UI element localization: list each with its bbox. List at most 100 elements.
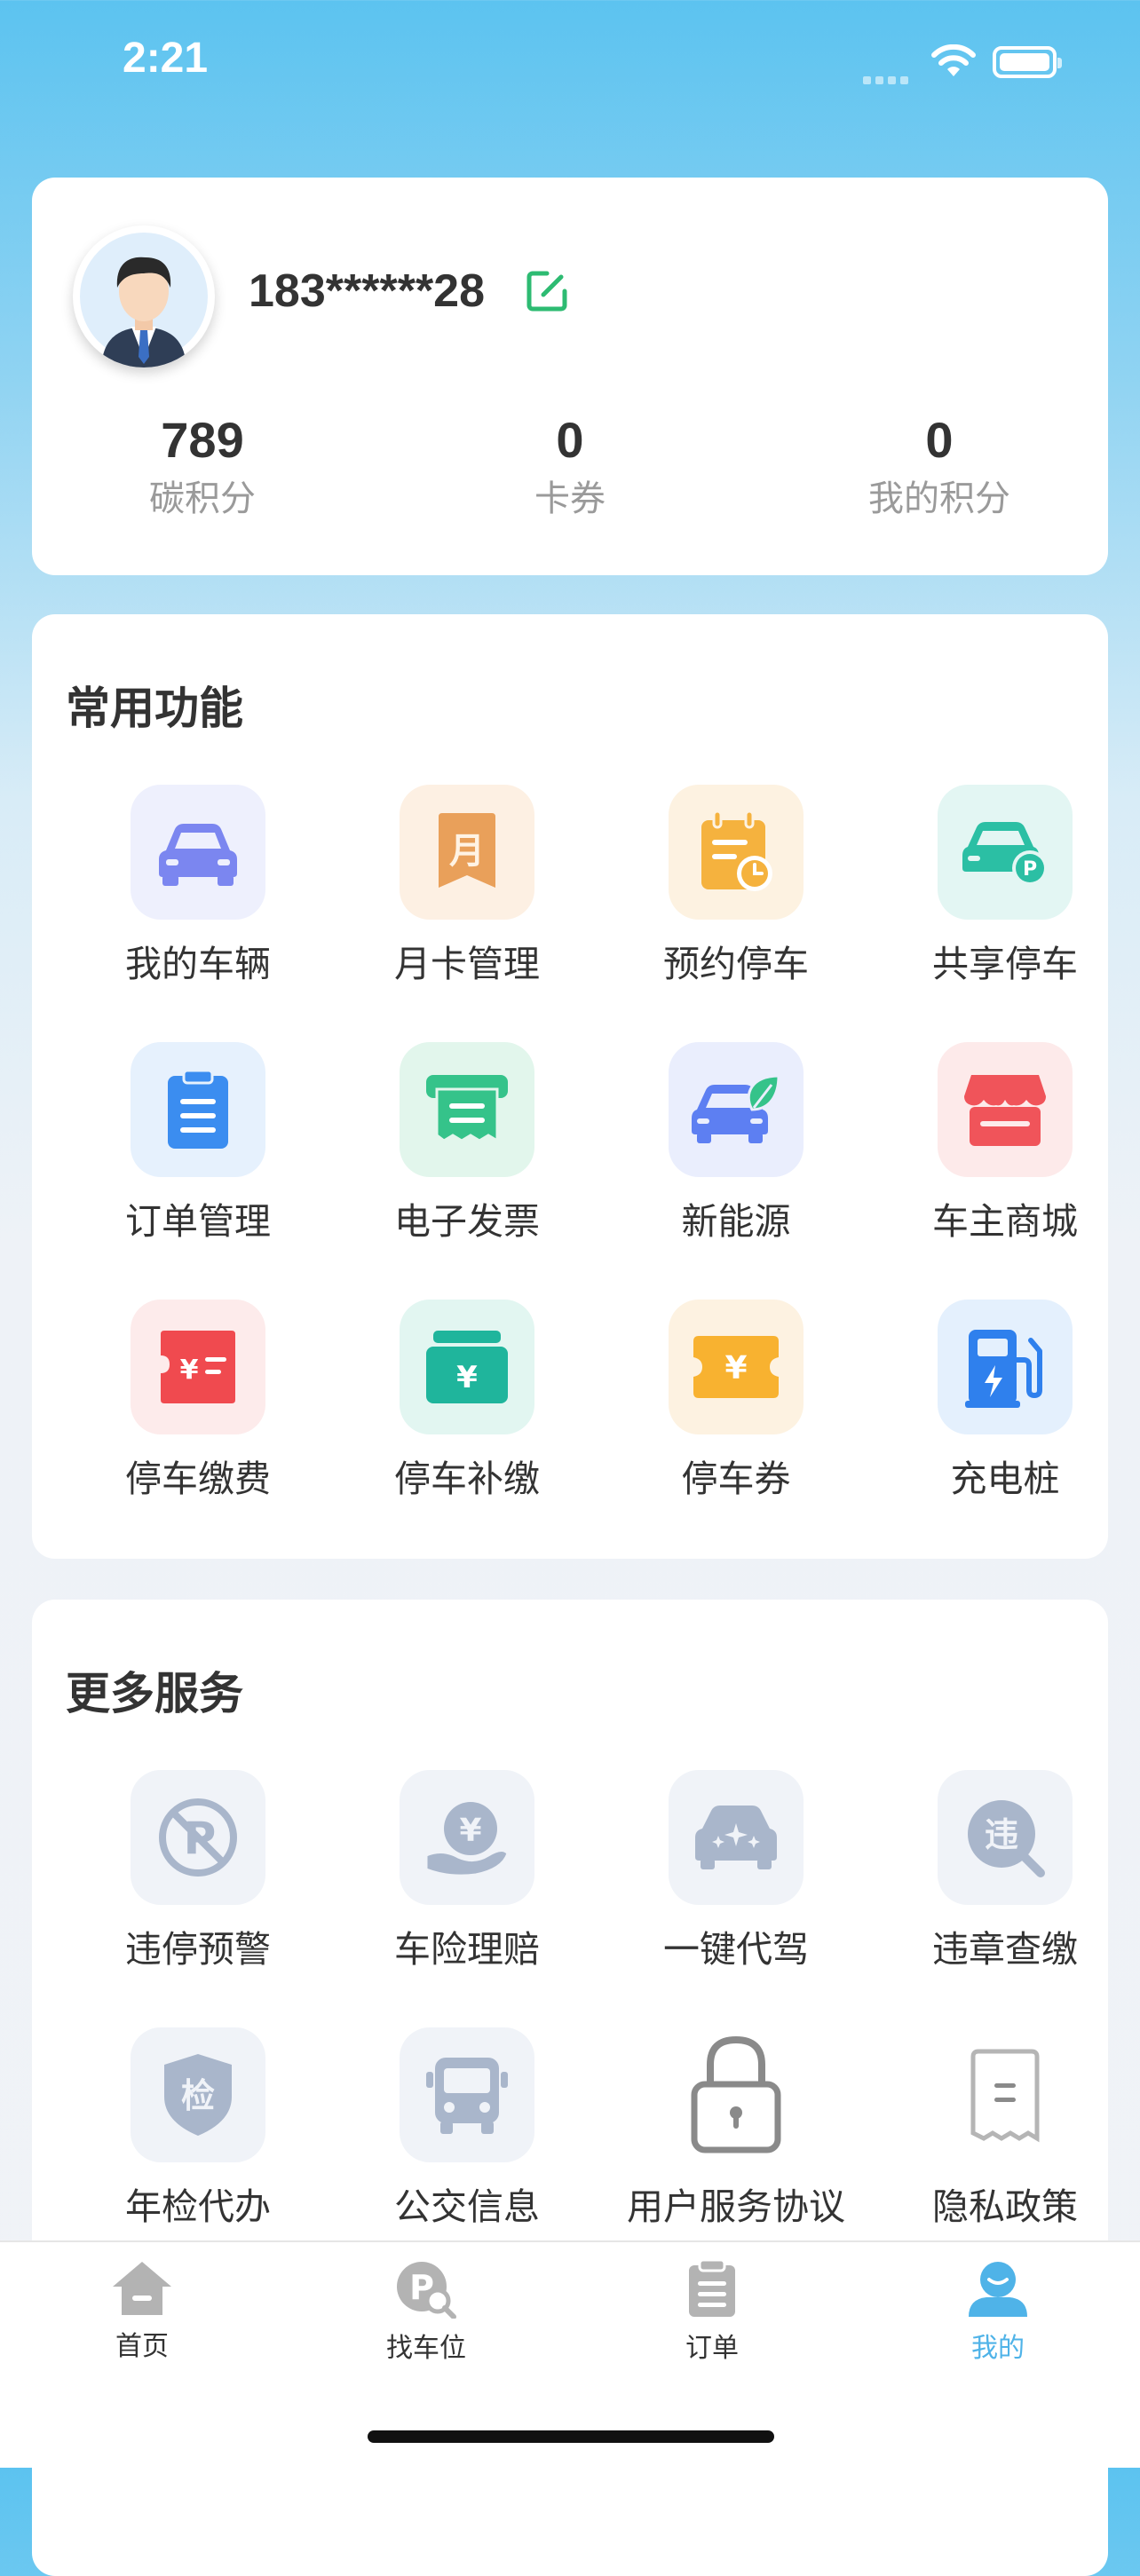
grid-item-parking-supplement[interactable]: ¥ 停车补缴 bbox=[333, 1300, 601, 1504]
no-parking-icon: P bbox=[131, 1770, 265, 1905]
calendar-clock-icon bbox=[669, 785, 804, 920]
car-parking-icon: P bbox=[938, 785, 1073, 920]
car-icon bbox=[131, 785, 265, 920]
grid-label: 用户服务协议 bbox=[627, 2185, 845, 2228]
svg-text:违: 违 bbox=[985, 1815, 1018, 1854]
svg-text:检: 检 bbox=[181, 2076, 215, 2115]
stat-value: 0 bbox=[925, 412, 954, 468]
stat-label: 碳积分 bbox=[149, 478, 256, 519]
svg-text:¥: ¥ bbox=[180, 1355, 199, 1386]
stat-carbon-points[interactable]: 789 碳积分 bbox=[69, 410, 336, 524]
grid-item-parking-coupon[interactable]: ¥ 停车券 bbox=[602, 1300, 870, 1504]
grid-item-insurance-claim[interactable]: ¥ 车险理赔 bbox=[333, 1770, 601, 1974]
svg-text:¥: ¥ bbox=[459, 1813, 481, 1849]
phone-number: 183******28 bbox=[249, 265, 486, 317]
clipboard-icon bbox=[131, 1042, 265, 1177]
document-icon bbox=[938, 2027, 1073, 2162]
stat-label: 我的积分 bbox=[868, 478, 1010, 519]
bus-icon bbox=[400, 2027, 534, 2162]
grid-item-user-agreement[interactable]: 用户服务协议 bbox=[602, 2027, 870, 2232]
coupon-icon: ¥ bbox=[669, 1300, 804, 1434]
order-clipboard-icon bbox=[689, 2258, 735, 2317]
grid-label: 充电桩 bbox=[950, 1458, 1060, 1500]
grid-item-charging-pile[interactable]: 充电桩 bbox=[871, 1300, 1139, 1504]
grid-item-owner-mall[interactable]: 车主商城 bbox=[871, 1042, 1139, 1246]
grid-label: 违停预警 bbox=[125, 1928, 271, 1971]
grid-item-order-management[interactable]: 订单管理 bbox=[64, 1042, 332, 1246]
charging-station-icon bbox=[938, 1300, 1073, 1434]
section-title: 更多服务 bbox=[66, 1668, 243, 1719]
home-icon bbox=[113, 2262, 171, 2315]
car-sparkle-icon bbox=[669, 1770, 804, 1905]
tab-label: 找车位 bbox=[386, 2333, 466, 2364]
grid-item-annual-inspection[interactable]: 检 年检代办 bbox=[64, 2027, 332, 2232]
tab-home[interactable]: 首页 bbox=[53, 2260, 231, 2363]
grid-label: 隐私政策 bbox=[932, 2185, 1078, 2228]
violation-search-icon: 违 bbox=[938, 1770, 1073, 1905]
tab-mine[interactable]: 我的 bbox=[909, 2260, 1087, 2365]
eco-car-icon bbox=[669, 1042, 804, 1177]
wallet-yen-icon: ¥ bbox=[400, 1300, 534, 1434]
grid-label: 停车券 bbox=[681, 1458, 791, 1500]
grid-label: 一键代驾 bbox=[663, 1928, 809, 1971]
stat-label: 卡券 bbox=[534, 478, 606, 519]
grid-item-my-vehicles[interactable]: 我的车辆 bbox=[64, 785, 332, 989]
user-icon bbox=[969, 2262, 1027, 2317]
grid-item-reserve-parking[interactable]: 预约停车 bbox=[602, 785, 870, 989]
profile-card: 183******28 789 碳积分 0 卡券 0 我的积分 bbox=[32, 178, 1108, 575]
stat-coupons[interactable]: 0 卡券 bbox=[437, 410, 703, 524]
grid-label: 年检代办 bbox=[125, 2185, 271, 2228]
stat-value: 0 bbox=[556, 412, 584, 468]
grid-label: 预约停车 bbox=[663, 943, 809, 985]
svg-text:¥: ¥ bbox=[724, 1350, 747, 1387]
grid-item-designated-driver[interactable]: 一键代驾 bbox=[602, 1770, 870, 1974]
avatar[interactable] bbox=[73, 225, 215, 367]
grid-item-parking-payment[interactable]: ¥ 停车缴费 bbox=[64, 1300, 332, 1504]
grid-label: 停车缴费 bbox=[125, 1458, 271, 1500]
tab-label: 首页 bbox=[115, 2331, 169, 2362]
grid-label: 共享停车 bbox=[932, 943, 1078, 985]
grid-item-bus-info[interactable]: 公交信息 bbox=[333, 2027, 601, 2232]
stat-my-points[interactable]: 0 我的积分 bbox=[806, 410, 1073, 524]
svg-text:P: P bbox=[1023, 858, 1037, 881]
monthly-card-icon: 月 bbox=[400, 785, 534, 920]
grid-item-privacy-policy[interactable]: 隐私政策 bbox=[871, 2027, 1139, 2232]
grid-label: 违章查缴 bbox=[932, 1928, 1078, 1971]
grid-item-shared-parking[interactable]: P 共享停车 bbox=[871, 785, 1139, 989]
grid-label: 电子发票 bbox=[394, 1200, 540, 1243]
grid-label: 公交信息 bbox=[394, 2185, 540, 2228]
grid-label: 月卡管理 bbox=[394, 943, 540, 985]
grid-label: 新能源 bbox=[681, 1200, 791, 1243]
svg-text:月: 月 bbox=[449, 831, 485, 872]
store-icon bbox=[938, 1042, 1073, 1177]
grid-label: 订单管理 bbox=[125, 1200, 271, 1243]
grid-item-violation-query[interactable]: 违 违章查缴 bbox=[871, 1770, 1139, 1974]
tab-orders[interactable]: 订单 bbox=[623, 2258, 801, 2365]
tab-label: 订单 bbox=[685, 2333, 739, 2364]
grid-item-monthly-card[interactable]: 月 月卡管理 bbox=[333, 785, 601, 989]
inspection-shield-icon: 检 bbox=[131, 2027, 265, 2162]
common-functions-card: 常用功能 我的车辆 月 月卡管理 预约停车 P 共享停车 订单管理 电子发票 新… bbox=[32, 614, 1108, 1559]
battery-icon bbox=[993, 46, 1062, 78]
home-indicator[interactable] bbox=[368, 2430, 774, 2443]
lock-icon bbox=[669, 2027, 804, 2162]
wifi-icon bbox=[931, 44, 976, 76]
grid-label: 车主商城 bbox=[932, 1200, 1078, 1243]
cellular-signal-icon bbox=[863, 71, 913, 88]
stat-value: 789 bbox=[161, 412, 244, 468]
svg-text:¥: ¥ bbox=[456, 1360, 478, 1395]
grid-label: 我的车辆 bbox=[125, 943, 271, 985]
grid-item-parking-warning[interactable]: P 违停预警 bbox=[64, 1770, 332, 1974]
grid-item-new-energy[interactable]: 新能源 bbox=[602, 1042, 870, 1246]
section-title: 常用功能 bbox=[66, 683, 243, 734]
hand-yen-icon: ¥ bbox=[400, 1770, 534, 1905]
status-bar: 2:21 bbox=[0, 0, 1140, 133]
parking-search-icon: P bbox=[397, 2262, 456, 2319]
receipt-icon bbox=[400, 1042, 534, 1177]
tab-label: 我的 bbox=[971, 2333, 1025, 2364]
status-time: 2:21 bbox=[123, 35, 209, 82]
grid-label: 车险理赔 bbox=[394, 1928, 540, 1971]
tab-find-parking[interactable]: P 找车位 bbox=[337, 2260, 515, 2365]
grid-item-e-invoice[interactable]: 电子发票 bbox=[333, 1042, 601, 1246]
edit-icon[interactable] bbox=[522, 266, 572, 316]
